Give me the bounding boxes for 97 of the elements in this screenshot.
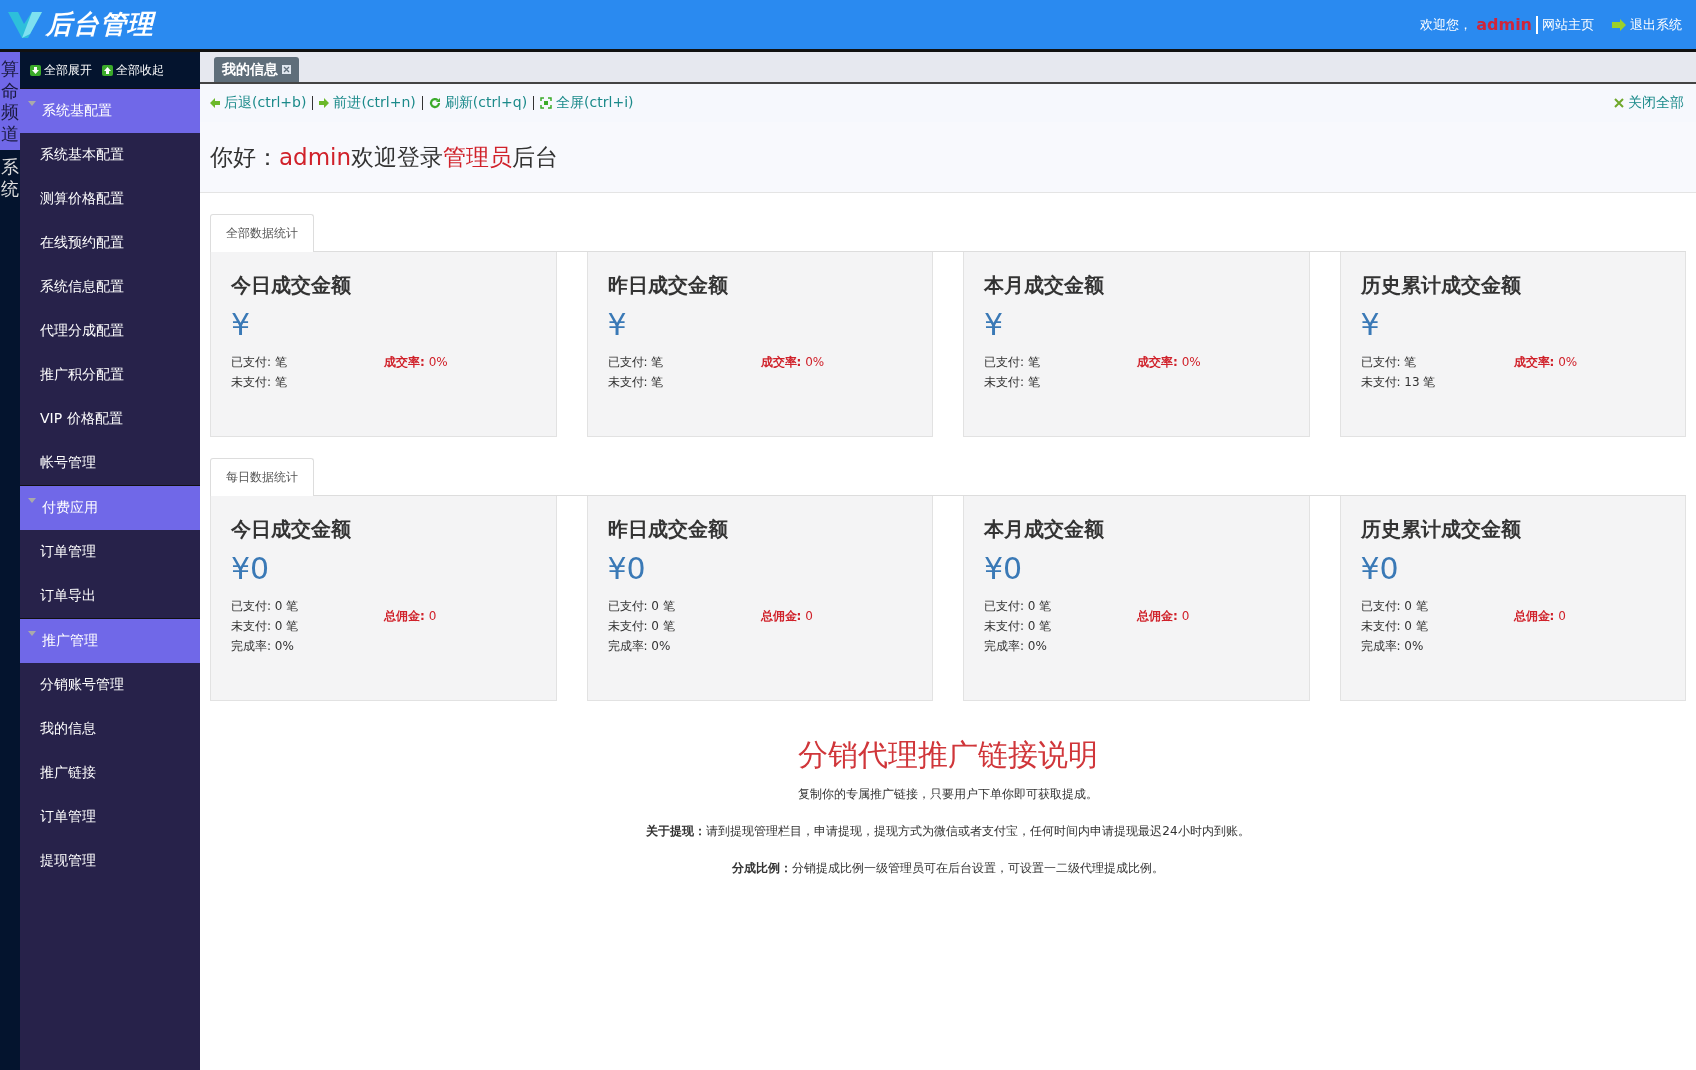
stat-line: 未支付: 13 笔 [1360,374,1437,391]
sidebar-item[interactable]: VIP 价格配置 [20,397,200,441]
arrow-left-icon [210,98,220,108]
toolbar-button[interactable]: 前进(ctrl+n) [319,94,416,112]
collapse-all-button[interactable]: 全部收起 [102,61,164,79]
card-title: 昨日成交金额 [607,516,729,543]
sidebar-item[interactable]: 在线预约配置 [20,221,200,265]
toolbar-button[interactable]: 后退(ctrl+b) [210,94,307,112]
section-tab[interactable]: 全部数据统计 [210,214,314,252]
arrow-right-icon [1612,18,1626,31]
amount-value: ¥0 [231,551,271,586]
stat-line: 未支付: 笔 [984,374,1041,391]
amount-value: ¥ [1360,307,1381,342]
arrow-up-icon [102,64,113,76]
stat-line: 已支付: 笔 [231,354,288,371]
stat-line: 完成率: 0% [231,638,295,655]
sidebar-item[interactable]: 订单管理 [20,795,200,839]
amount-value: ¥ [984,307,1005,342]
card-title: 本月成交金额 [984,516,1105,543]
stat-line: 未支付: 0 笔 [1360,618,1429,635]
stat-line: 未支付: 笔 [607,374,665,391]
page-tab[interactable]: 我的信息 [214,57,299,82]
notice-title: 分销代理推广链接说明 [798,736,1098,774]
sidebar-item[interactable]: 测算价格配置 [20,177,200,221]
arrow-down-icon [30,64,41,76]
sidebar-item[interactable]: 推广链接 [20,751,200,795]
home-link[interactable]: 网站主页 [1536,15,1594,34]
greeting-text: 你好：admin欢迎登录管理员后台 [200,122,1696,193]
close-icon[interactable] [282,65,291,74]
section-tab[interactable]: 每日数据统计 [210,458,314,496]
logo-icon [8,9,42,40]
caret-icon [28,101,36,107]
sidebar-item[interactable]: 系统基本配置 [20,133,200,177]
stat-line: 未支付: 0 笔 [231,618,300,635]
toolbar-button[interactable]: 全屏(ctrl+i) [540,94,634,112]
highlight-stat: 总佣金: 0 [1137,608,1190,625]
expand-all-button[interactable]: 全部展开 [30,61,92,79]
highlight-stat: 成交率: 0% [760,354,825,371]
channel-tab[interactable]: 系统 [0,150,20,206]
stat-line: 未支付: 笔 [231,374,288,391]
toolbar-button[interactable]: 刷新(ctrl+q) [428,94,528,112]
sidebar-item[interactable]: 代理分成配置 [20,309,200,353]
sidebar-item[interactable]: 提现管理 [20,839,200,883]
card-title: 昨日成交金额 [607,272,729,299]
caret-icon [28,631,36,637]
highlight-stat: 成交率: 0% [384,354,448,371]
sidebar-item[interactable]: 我的信息 [20,707,200,751]
stat-line: 已支付: 笔 [984,354,1041,371]
close-icon [1614,98,1624,108]
arrow-right-icon [319,98,330,108]
sidebar-item[interactable]: 订单导出 [20,574,200,618]
highlight-stat: 成交率: 0% [1137,354,1201,371]
amount-value: ¥ [231,307,252,342]
sidebar-item[interactable]: 推广积分配置 [20,353,200,397]
sidebar-group[interactable]: 系统基配置 [20,88,200,133]
sidebar-item[interactable]: 系统信息配置 [20,265,200,309]
app-title: 后台管理 [46,8,154,41]
notice-paragraph: 分成比例：分销提成比例一级管理员可在后台设置，可设置一二级代理提成比例。 [732,860,1164,877]
notice-paragraph: 复制你的专属推广链接，只要用户下单你即可获取提成。 [798,786,1098,803]
card-title: 今日成交金额 [231,516,352,543]
sidebar-group[interactable]: 推广管理 [20,618,200,663]
highlight-stat: 总佣金: 0 [384,608,437,625]
stat-line: 已支付: 0 笔 [607,598,676,615]
amount-value: ¥ [607,307,628,342]
stat-line: 已支付: 笔 [607,354,665,371]
stat-line: 已支付: 0 笔 [1360,598,1429,615]
highlight-stat: 成交率: 0% [1513,354,1578,371]
stat-line: 已支付: 0 笔 [231,598,300,615]
stat-line: 完成率: 0% [984,638,1048,655]
amount-value: ¥0 [1360,551,1400,586]
card-title: 今日成交金额 [231,272,352,299]
stat-line: 已支付: 笔 [1360,354,1418,371]
highlight-stat: 总佣金: 0 [1513,608,1566,625]
logout-link[interactable]: 退出系统 [1630,15,1682,34]
fullscreen-icon [540,97,553,109]
sidebar-item[interactable]: 订单管理 [20,530,200,574]
channel-tab[interactable]: 算命频道 [0,52,20,151]
user-name: admin [1476,15,1532,34]
stat-line: 完成率: 0% [607,638,672,655]
card-title: 本月成交金额 [984,272,1105,299]
sidebar-item[interactable]: 分销账号管理 [20,663,200,707]
welcome-text: 欢迎您， [1420,15,1473,34]
amount-value: ¥0 [607,551,647,586]
stat-line: 未支付: 0 笔 [607,618,676,635]
caret-icon [28,498,36,504]
sidebar-item[interactable]: 帐号管理 [20,441,200,485]
stat-line: 未支付: 0 笔 [984,618,1053,635]
amount-value: ¥0 [984,551,1024,586]
card-title: 历史累计成交金额 [1360,272,1522,299]
notice-paragraph: 关于提现：请到提现管理栏目，申请提现，提现方式为微信或者支付宝，任何时间内申请提现最迟24小时内到账。 [646,823,1250,840]
highlight-stat: 总佣金: 0 [760,608,813,625]
refresh-icon [428,97,441,109]
stat-line: 已支付: 0 笔 [984,598,1053,615]
card-title: 历史累计成交金额 [1360,516,1522,543]
stat-line: 完成率: 0% [1360,638,1425,655]
close-all-button[interactable]: 关闭全部 [1614,94,1684,112]
sidebar-group[interactable]: 付费应用 [20,485,200,530]
